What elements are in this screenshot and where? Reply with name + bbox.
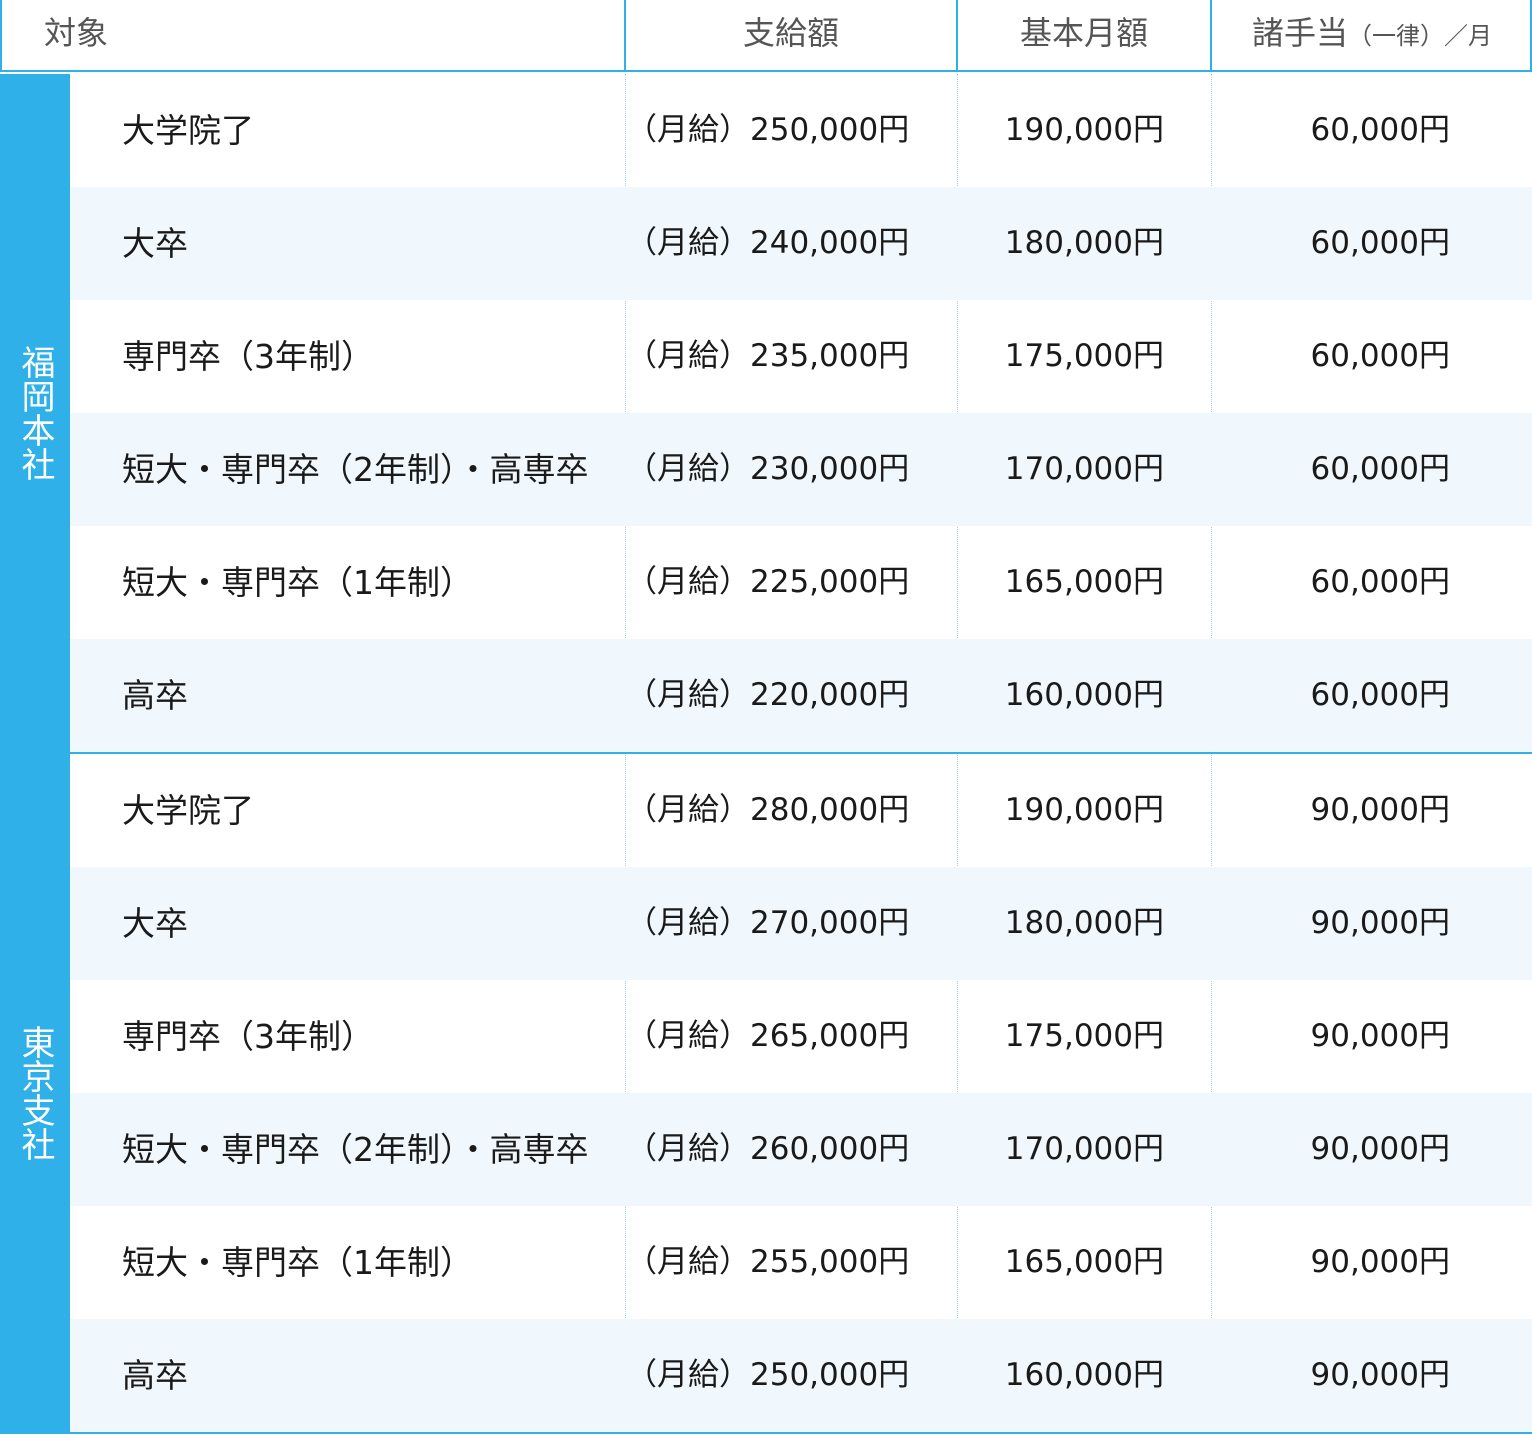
cell-base: 170,000円 [1004,1131,1164,1167]
table-row: 短大・専門卒（2年制）・高専卒 （月給）260,000円 170,000円 90… [70,1093,1532,1206]
cell-allowance: 60,000円 [1310,338,1450,374]
table-bottom-border [0,1432,1532,1434]
table-row: 短大・専門卒（2年制）・高専卒 （月給）230,000円 170,000円 60… [70,413,1532,526]
table-row: 高卒 （月給）250,000円 160,000円 90,000円 [70,1319,1532,1432]
cell-base: 180,000円 [1004,905,1164,941]
cell-base: 190,000円 [1004,112,1164,148]
salary-table: 対象 支給額 基本月額 諸手当（一律）／月 福岡本社 大学院了 （月給）250,… [0,0,1532,1436]
cell-pay: （月給）250,000円 [626,112,910,148]
cell-pay: （月給）225,000円 [626,564,910,600]
cell-target: 高卒 [122,676,188,715]
cell-target: 短大・専門卒（2年制）・高専卒 [122,1130,589,1169]
cell-pay: （月給）220,000円 [626,677,910,713]
group-rows: 大学院了 （月給）250,000円 190,000円 60,000円 大卒 （月… [70,74,1532,752]
cell-allowance: 90,000円 [1310,792,1450,828]
cell-allowance: 90,000円 [1310,1357,1450,1393]
header-base: 基本月額 [1019,14,1148,52]
cell-target: 専門卒（3年制） [122,337,374,376]
cell-base: 165,000円 [1004,1244,1164,1280]
header-allowance-sub: （一律）／月 [1348,22,1492,50]
table-row: 大学院了 （月給）250,000円 190,000円 60,000円 [70,74,1532,187]
cell-pay: （月給）270,000円 [626,905,910,941]
header-allowance-main: 諸手当 [1251,14,1348,52]
cell-pay: （月給）235,000円 [626,338,910,374]
group-label: 東京支社 [0,754,70,1432]
group-label: 福岡本社 [0,74,70,752]
table-row: 短大・専門卒（1年制） （月給）255,000円 165,000円 90,000… [70,1206,1532,1319]
cell-pay: （月給）250,000円 [626,1357,910,1393]
table-header: 対象 支給額 基本月額 諸手当（一律）／月 [0,0,1532,72]
group-label-text: 福岡本社 [15,345,55,481]
cell-target: 短大・専門卒（1年制） [122,1243,473,1282]
cell-target: 大学院了 [122,791,254,830]
cell-base: 170,000円 [1004,451,1164,487]
header-target: 対象 [44,14,109,52]
cell-allowance: 60,000円 [1310,451,1450,487]
cell-target: 短大・専門卒（1年制） [122,563,473,602]
header-pay: 支給額 [742,14,839,52]
cell-pay: （月給）230,000円 [626,451,910,487]
cell-target: 大卒 [122,224,188,263]
cell-allowance: 60,000円 [1310,564,1450,600]
cell-target: 専門卒（3年制） [122,1017,374,1056]
table-row: 大学院了 （月給）280,000円 190,000円 90,000円 [70,754,1532,867]
cell-allowance: 60,000円 [1310,677,1450,713]
cell-allowance: 90,000円 [1310,905,1450,941]
cell-base: 190,000円 [1004,792,1164,828]
cell-base: 175,000円 [1004,338,1164,374]
group-label-text: 東京支社 [15,1025,55,1161]
cell-base: 160,000円 [1004,1357,1164,1393]
cell-pay: （月給）265,000円 [626,1018,910,1054]
cell-base: 175,000円 [1004,1018,1164,1054]
cell-allowance: 90,000円 [1310,1244,1450,1280]
table-row: 専門卒（3年制） （月給）265,000円 175,000円 90,000円 [70,980,1532,1093]
group-fukuoka: 福岡本社 大学院了 （月給）250,000円 190,000円 60,000円 … [0,74,1532,752]
group-tokyo: 東京支社 大学院了 （月給）280,000円 190,000円 90,000円 … [0,754,1532,1432]
header-allowance: 諸手当（一律）／月 [1212,0,1532,72]
cell-pay: （月給）260,000円 [626,1131,910,1167]
cell-pay: （月給）255,000円 [626,1244,910,1280]
table-row: 短大・専門卒（1年制） （月給）225,000円 165,000円 60,000… [70,526,1532,639]
cell-allowance: 90,000円 [1310,1018,1450,1054]
cell-pay: （月給）240,000円 [626,225,910,261]
table-row: 大卒 （月給）240,000円 180,000円 60,000円 [70,187,1532,300]
cell-pay: （月給）280,000円 [626,792,910,828]
cell-target: 大学院了 [122,111,254,150]
cell-base: 160,000円 [1004,677,1164,713]
cell-target: 大卒 [122,904,188,943]
group-rows: 大学院了 （月給）280,000円 190,000円 90,000円 大卒 （月… [70,754,1532,1432]
header-left-border [0,0,2,72]
table-row: 専門卒（3年制） （月給）235,000円 175,000円 60,000円 [70,300,1532,413]
cell-allowance: 60,000円 [1310,112,1450,148]
cell-base: 180,000円 [1004,225,1164,261]
cell-target: 高卒 [122,1356,188,1395]
cell-allowance: 90,000円 [1310,1131,1450,1167]
cell-target: 短大・専門卒（2年制）・高専卒 [122,450,589,489]
cell-base: 165,000円 [1004,564,1164,600]
cell-allowance: 60,000円 [1310,225,1450,261]
table-row: 高卒 （月給）220,000円 160,000円 60,000円 [70,639,1532,752]
table-row: 大卒 （月給）270,000円 180,000円 90,000円 [70,867,1532,980]
